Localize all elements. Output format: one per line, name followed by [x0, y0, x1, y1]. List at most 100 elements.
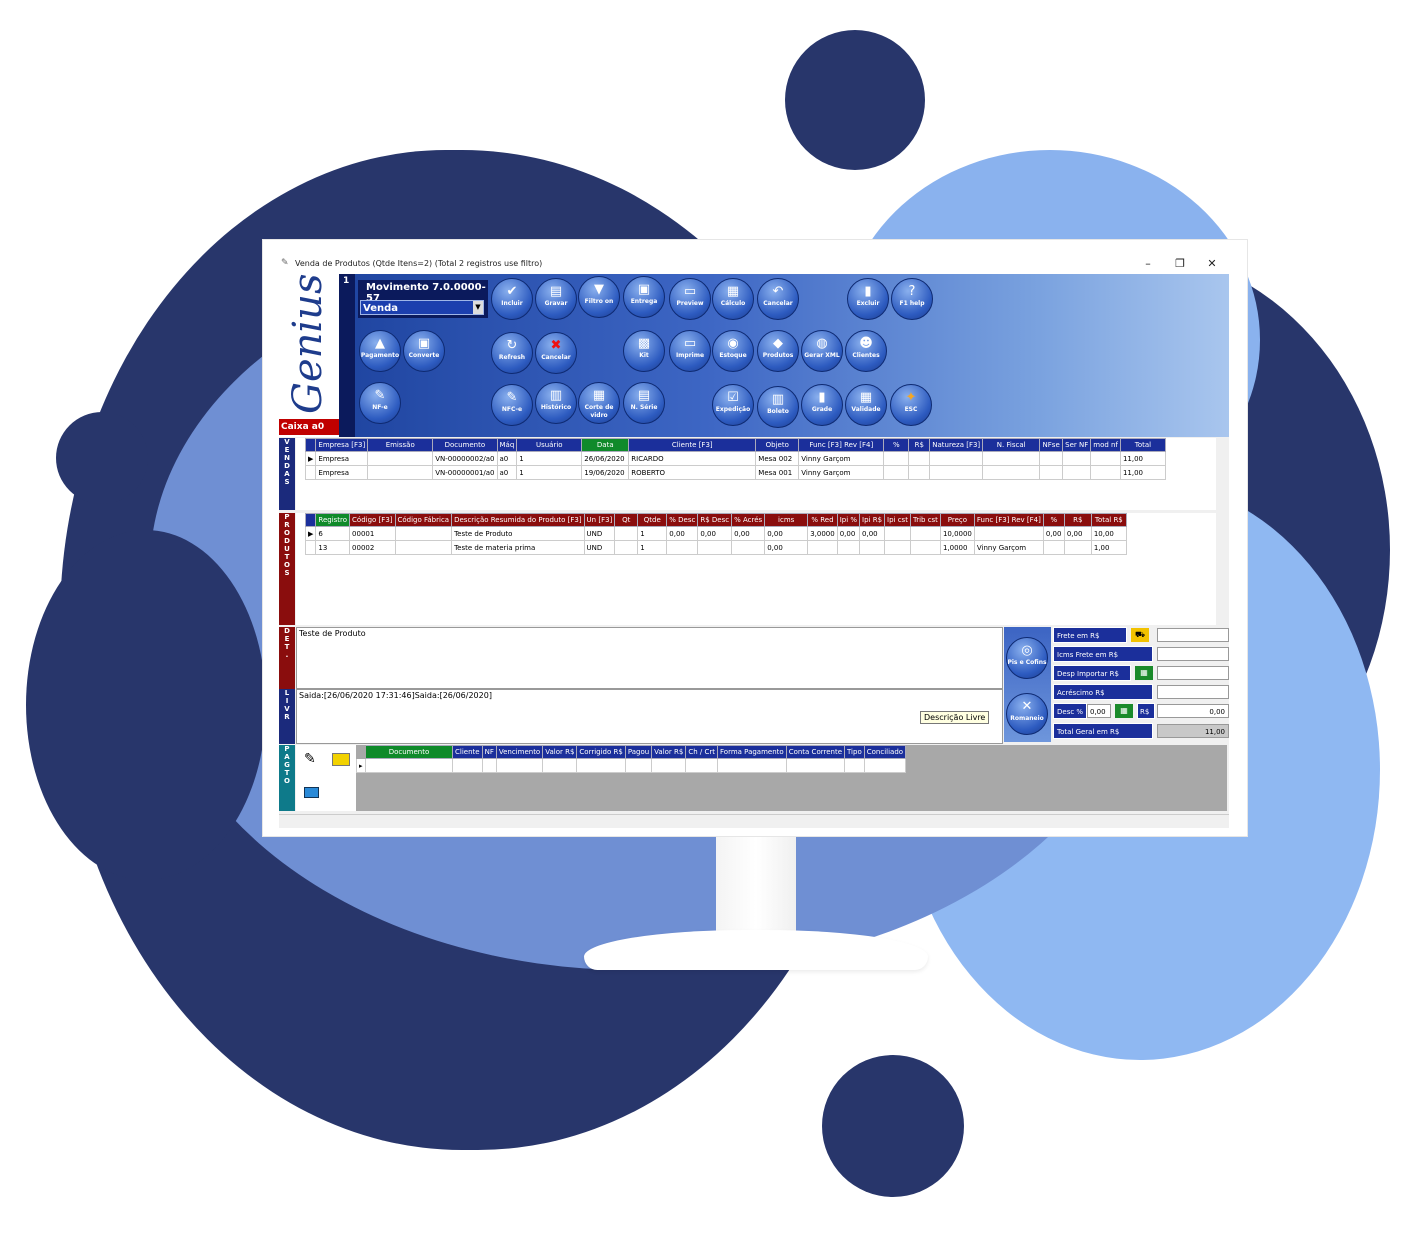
- table-cell[interactable]: UND: [583, 540, 616, 555]
- historico-button[interactable]: ▥ Histórico: [535, 382, 577, 424]
- table-row[interactable]: ▶ 6 00001 Teste de Produto UND 1 0,00 0,00 0,00 0…: [304, 526, 1127, 541]
- desp-importar-field[interactable]: [1157, 666, 1229, 680]
- column-header[interactable]: Máq: [496, 438, 518, 452]
- table-cell[interactable]: 0,00: [764, 540, 809, 555]
- column-header[interactable]: Descrição Resumida do Produto [F3]: [451, 513, 585, 527]
- column-header[interactable]: Qt: [614, 513, 639, 527]
- table-cell[interactable]: [859, 540, 886, 555]
- table-cell[interactable]: 0,00: [731, 526, 766, 541]
- table-cell[interactable]: [1039, 465, 1064, 480]
- table-cell[interactable]: [1090, 451, 1121, 466]
- column-header[interactable]: mod nf: [1090, 438, 1121, 452]
- money-icon[interactable]: [332, 753, 350, 766]
- column-header[interactable]: Empresa [F3]: [315, 438, 369, 452]
- column-header[interactable]: icms: [764, 513, 809, 527]
- table-cell[interactable]: [614, 540, 639, 555]
- minimize-button[interactable]: –: [1135, 255, 1161, 273]
- table-row[interactable]: ▶ Empresa VN-00000002/a0 a0 1 26/06/2020 RICAR…: [304, 451, 1166, 466]
- table-cell[interactable]: [697, 540, 733, 555]
- icms-frete-field[interactable]: [1157, 647, 1229, 661]
- table-cell[interactable]: [883, 451, 910, 466]
- table-cell[interactable]: a0: [496, 465, 518, 480]
- refresh-button[interactable]: ↻ Refresh: [491, 332, 533, 374]
- pagto-cell[interactable]: [495, 758, 544, 773]
- table-cell[interactable]: 11,00: [1119, 451, 1166, 466]
- livr-textarea[interactable]: Saida:[26/06/2020 17:31:46]Saida:[26/06/…: [296, 689, 1003, 744]
- vendas-scrollbar[interactable]: [1217, 438, 1227, 510]
- column-header[interactable]: Ipi R$: [859, 513, 886, 527]
- pagto-column-header[interactable]: Conciliado: [863, 745, 907, 759]
- estoque-button[interactable]: ◉ Estoque: [712, 330, 754, 372]
- pagto-cell[interactable]: [685, 758, 719, 773]
- table-cell[interactable]: [908, 451, 931, 466]
- imprime-button[interactable]: ▭ Imprime: [669, 330, 711, 372]
- pagto-cell[interactable]: [452, 758, 483, 773]
- excluir-button[interactable]: ▮ Excluir: [847, 278, 889, 320]
- grade-button[interactable]: ▮ Grade: [801, 384, 843, 426]
- column-header[interactable]: Natureza [F3]: [929, 438, 984, 452]
- table-cell[interactable]: 1: [516, 465, 583, 480]
- pagto-cell[interactable]: [863, 758, 907, 773]
- table-cell[interactable]: 0,00: [1063, 526, 1092, 541]
- table-cell[interactable]: [614, 526, 639, 541]
- table-cell[interactable]: [666, 540, 699, 555]
- cancelar-top-button[interactable]: ↶ Cancelar: [757, 278, 799, 320]
- column-header[interactable]: NFse: [1039, 438, 1064, 452]
- pagamento-button[interactable]: ▲ Pagamento: [359, 330, 401, 372]
- table-cell[interactable]: 3,0000: [807, 526, 838, 541]
- table-cell[interactable]: Teste de materia prima: [451, 540, 585, 555]
- entrega-button[interactable]: ▣ Entrega: [623, 276, 665, 318]
- column-header[interactable]: Total: [1119, 438, 1166, 452]
- table-cell[interactable]: RICARDO: [628, 451, 757, 466]
- preview-button[interactable]: ▭ Preview: [669, 278, 711, 320]
- gravar-button[interactable]: ▤ Gravar: [535, 278, 577, 320]
- nfce-button[interactable]: ✎ NFC-e: [491, 384, 533, 426]
- frete-field[interactable]: [1157, 628, 1229, 642]
- pagto-column-header[interactable]: Forma Pagamento: [717, 745, 787, 759]
- table-cell[interactable]: 1,0000: [939, 540, 975, 555]
- nfe-button[interactable]: ✎ NF-e: [359, 382, 401, 424]
- pagto-cell[interactable]: [624, 758, 653, 773]
- pagto-column-header[interactable]: Valor R$: [651, 745, 687, 759]
- table-cell[interactable]: [1062, 465, 1092, 480]
- close-button[interactable]: ✕: [1199, 255, 1225, 273]
- converte-button[interactable]: ▣ Converte: [403, 330, 445, 372]
- table-cell[interactable]: [367, 465, 434, 480]
- card-icon[interactable]: [304, 787, 319, 798]
- column-header[interactable]: R$: [908, 438, 931, 452]
- table-cell[interactable]: [1042, 540, 1065, 555]
- validade-button[interactable]: ▦ Validade: [845, 384, 887, 426]
- column-header[interactable]: % Desc: [666, 513, 699, 527]
- table-cell[interactable]: [884, 540, 911, 555]
- kit-button[interactable]: ▩ Kit: [623, 330, 665, 372]
- table-cell[interactable]: UND: [583, 526, 616, 541]
- column-header[interactable]: Ipi %: [836, 513, 861, 527]
- pagto-column-header[interactable]: Pagou: [624, 745, 653, 759]
- table-cell[interactable]: Vinny Garçom: [973, 540, 1044, 555]
- table-cell[interactable]: Mesa 001: [755, 465, 800, 480]
- table-cell[interactable]: Vinny Garçom: [798, 465, 885, 480]
- pagto-cell[interactable]: [651, 758, 687, 773]
- gerar-xml-button[interactable]: ◍ Gerar XML: [801, 330, 843, 372]
- column-header[interactable]: Func [F3] Rev [F4]: [973, 513, 1044, 527]
- cancelar-button[interactable]: ✖ Cancelar: [535, 332, 577, 374]
- table-cell[interactable]: [1062, 451, 1092, 466]
- column-header[interactable]: Ipi cst: [884, 513, 911, 527]
- table-cell[interactable]: [929, 465, 984, 480]
- table-cell[interactable]: [731, 540, 766, 555]
- boleto-button[interactable]: ▥ Boleto: [757, 386, 799, 428]
- edit-icon[interactable]: ✎: [304, 751, 316, 767]
- column-header[interactable]: Emissão: [367, 438, 434, 452]
- table-cell[interactable]: [982, 465, 1041, 480]
- table-cell[interactable]: 1: [516, 451, 583, 466]
- pagto-cell[interactable]: [576, 758, 626, 773]
- calculo-button[interactable]: ▦ Cálculo: [712, 278, 754, 320]
- table-cell[interactable]: [807, 540, 838, 555]
- column-header[interactable]: Total R$: [1090, 513, 1127, 527]
- table-row[interactable]: 13 00002 Teste de materia prima UND 1 0,00 1,0…: [304, 540, 1127, 555]
- table-cell[interactable]: [836, 540, 861, 555]
- table-cell[interactable]: VN-00000002/a0: [432, 451, 498, 466]
- pagto-cell[interactable]: [365, 758, 453, 773]
- table-cell[interactable]: [394, 526, 453, 541]
- column-header[interactable]: Ser NF: [1062, 438, 1092, 452]
